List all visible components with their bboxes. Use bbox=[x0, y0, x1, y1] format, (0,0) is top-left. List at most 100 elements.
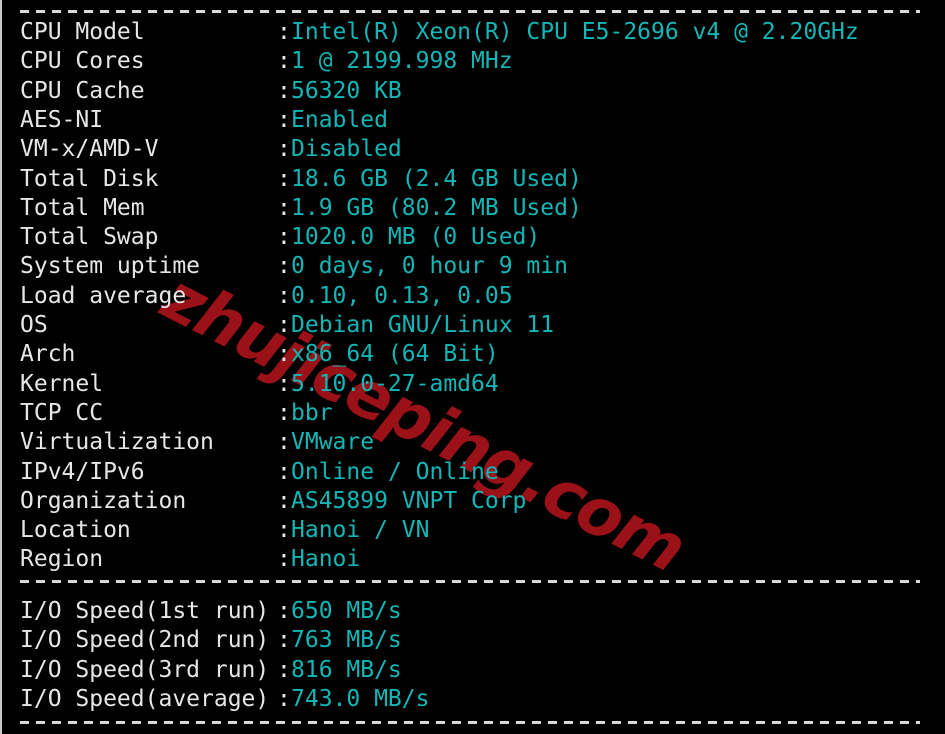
system-info-label: VM-x/AMD-V bbox=[20, 136, 159, 163]
system-info-value: Enabled bbox=[291, 106, 388, 133]
system-info-label: AES-NI bbox=[20, 106, 104, 133]
io-speed-value: 650 MB/s bbox=[291, 598, 402, 624]
colon-separator: : bbox=[277, 656, 291, 683]
system-info-value: 1020.0 MB (0 Used) bbox=[291, 224, 541, 251]
system-info-label: CPU Cache bbox=[20, 77, 145, 104]
system-info-label: CPU Model bbox=[20, 19, 145, 45]
system-info-row: VM-x/AMD-V:Disabled bbox=[20, 135, 402, 164]
io-speed-row: I/O Speed(3rd run):816 MB/s bbox=[20, 656, 402, 685]
terminal-screen: zhujiceping.com CPU Model:Intel(R) Xeon(… bbox=[0, 0, 945, 734]
system-info-row: CPU Cache:56320 KB bbox=[20, 77, 402, 106]
colon-separator: : bbox=[277, 399, 291, 426]
system-info-label: Total Swap bbox=[20, 224, 159, 251]
system-info-value: Online bbox=[291, 458, 375, 485]
system-info-label: Location bbox=[20, 517, 131, 544]
system-info-label: OS bbox=[20, 312, 48, 338]
system-info-value: Debian GNU/Linux 11 bbox=[291, 312, 555, 338]
system-info-label: Virtualization bbox=[20, 429, 214, 456]
system-info-row: Virtualization:VMware bbox=[20, 428, 374, 457]
system-info-value: 1 @ 2199.998 MHz bbox=[291, 48, 513, 75]
colon-separator: : bbox=[277, 106, 291, 133]
system-info-row: Region:Hanoi bbox=[20, 545, 360, 574]
system-info-value: 56320 KB bbox=[291, 77, 402, 104]
system-info-value: 18.6 GB bbox=[291, 165, 388, 192]
colon-separator: : bbox=[277, 517, 291, 544]
system-info-row: CPU Model:Intel(R) Xeon(R) CPU E5-2696 v… bbox=[20, 18, 859, 47]
system-info-value: 0.10, 0.13, 0.05 bbox=[291, 282, 513, 309]
system-info-row: Location:Hanoi / VN bbox=[20, 516, 429, 545]
colon-separator: : bbox=[277, 194, 291, 221]
io-speed-label: I/O Speed(2nd run) bbox=[20, 627, 270, 654]
system-info-label: Kernel bbox=[20, 370, 104, 397]
colon-separator: : bbox=[277, 429, 291, 456]
system-info-row: CPU Cores:1 @ 2199.998 MHz bbox=[20, 47, 513, 76]
separator-middle bbox=[20, 580, 920, 583]
system-info-row: System uptime:0 days, 0 hour 9 min bbox=[20, 252, 568, 281]
colon-separator: : bbox=[277, 627, 291, 654]
system-info-value: Intel(R) Xeon(R) CPU E5-2696 v4 @ 2.20GH… bbox=[291, 19, 859, 45]
system-info-value: Online bbox=[415, 458, 499, 485]
system-info-label: Total Mem bbox=[20, 194, 145, 221]
colon-separator: : bbox=[277, 370, 291, 397]
system-info-value: bbr bbox=[291, 399, 333, 426]
system-info-label: System uptime bbox=[20, 253, 201, 280]
system-info-value: Hanoi bbox=[291, 546, 361, 573]
io-speed-row: I/O Speed(average):743.0 MB/s bbox=[20, 685, 429, 714]
io-speed-value: 816 MB/s bbox=[291, 656, 402, 683]
colon-separator: : bbox=[277, 253, 291, 280]
colon-separator: : bbox=[277, 487, 291, 514]
colon-separator: : bbox=[277, 282, 291, 309]
system-info-label: IPv4/IPv6 bbox=[20, 458, 145, 485]
system-info-value: (80.2 MB Used) bbox=[374, 194, 582, 221]
system-info-value: Disabled bbox=[291, 136, 402, 163]
colon-separator: : bbox=[277, 224, 291, 251]
system-info-value: 0 days, 0 hour 9 min bbox=[291, 253, 568, 280]
system-info-row: Kernel:5.10.0-27-amd64 bbox=[20, 370, 499, 399]
system-info-value: 1.9 GB bbox=[291, 194, 375, 221]
system-info-label: Organization bbox=[20, 487, 187, 514]
system-info-label: Region bbox=[20, 546, 104, 573]
io-speed-label: I/O Speed(average) bbox=[20, 685, 270, 712]
separator-top bbox=[20, 10, 920, 13]
io-speed-label: I/O Speed(1st run) bbox=[20, 598, 270, 624]
io-speed-value: 743.0 MB/s bbox=[291, 685, 430, 712]
system-info-value: x86_64 (64 Bit) bbox=[291, 341, 499, 368]
system-info-row: TCP CC:bbr bbox=[20, 399, 333, 428]
system-info-row: IPv4/IPv6:Online / Online bbox=[20, 458, 499, 487]
system-info-label: CPU Cores bbox=[20, 48, 145, 75]
io-speed-row: I/O Speed(2nd run):763 MB/s bbox=[20, 626, 402, 655]
system-info-row: Arch:x86_64 (64 Bit) bbox=[20, 340, 499, 369]
system-info-label: Total Disk bbox=[20, 165, 159, 192]
colon-separator: : bbox=[277, 458, 291, 485]
system-info-row: Load average:0.10, 0.13, 0.05 bbox=[20, 282, 513, 311]
system-info-row: AES-NI:Enabled bbox=[20, 106, 388, 135]
system-info-row: OS:Debian GNU/Linux 11 bbox=[20, 311, 554, 340]
system-info-value: / bbox=[374, 458, 416, 485]
colon-separator: : bbox=[277, 165, 291, 192]
colon-separator: : bbox=[277, 19, 291, 45]
io-speed-value: 763 MB/s bbox=[291, 627, 402, 654]
colon-separator: : bbox=[277, 77, 291, 104]
system-info-value: Hanoi / VN bbox=[291, 517, 430, 544]
system-info-value: (2.4 GB Used) bbox=[387, 165, 582, 192]
system-info-label: Load average bbox=[20, 282, 187, 309]
system-info-value: 5.10.0-27-amd64 bbox=[291, 370, 499, 397]
system-info-label: Arch bbox=[20, 341, 76, 368]
system-info-row: Total Mem:1.9 GB (80.2 MB Used) bbox=[20, 194, 582, 223]
system-info-label: TCP CC bbox=[20, 399, 104, 426]
separator-bottom bbox=[20, 721, 920, 724]
system-info-value: VMware bbox=[291, 429, 375, 456]
colon-separator: : bbox=[277, 341, 291, 368]
system-info-row: Total Swap:1020.0 MB (0 Used) bbox=[20, 223, 540, 252]
colon-separator: : bbox=[277, 312, 291, 338]
system-info-row: Total Disk:18.6 GB (2.4 GB Used) bbox=[20, 165, 582, 194]
io-speed-label: I/O Speed(3rd run) bbox=[20, 656, 270, 683]
system-info-value: AS45899 VNPT Corp bbox=[291, 487, 527, 514]
system-info-row: Organization:AS45899 VNPT Corp bbox=[20, 487, 526, 516]
colon-separator: : bbox=[277, 598, 291, 624]
colon-separator: : bbox=[277, 546, 291, 573]
colon-separator: : bbox=[277, 685, 291, 712]
colon-separator: : bbox=[277, 48, 291, 75]
colon-separator: : bbox=[277, 136, 291, 163]
terminal-output: CPU Model:Intel(R) Xeon(R) CPU E5-2696 v… bbox=[0, 0, 945, 734]
